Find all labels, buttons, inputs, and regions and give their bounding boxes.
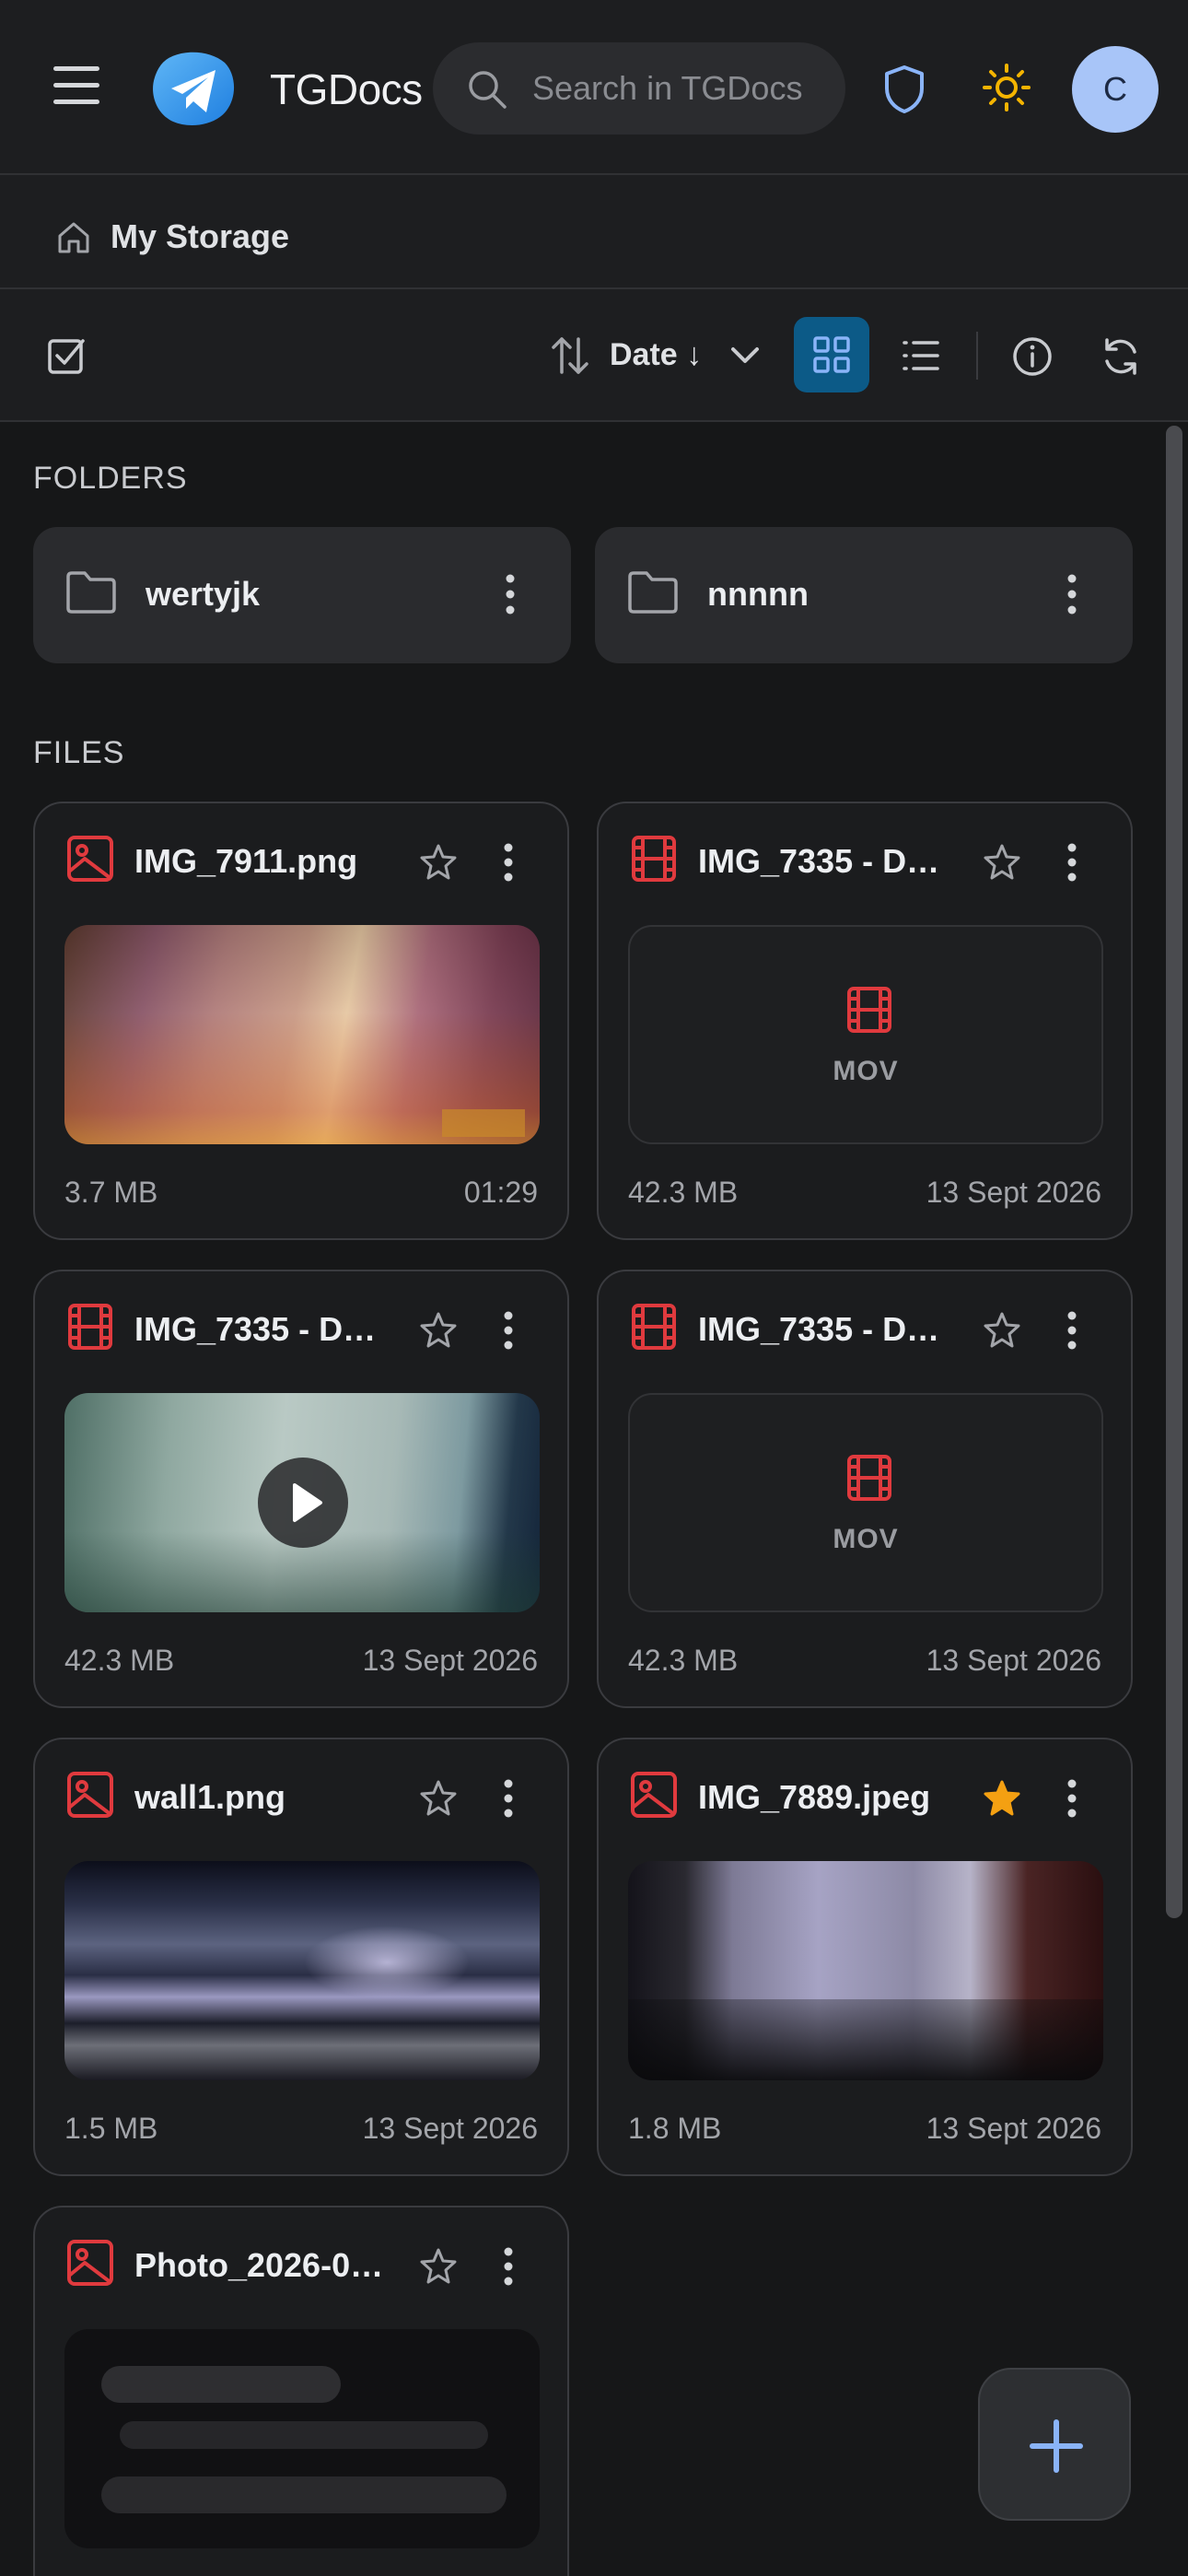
sort-label[interactable]: Date ↓ xyxy=(610,337,702,373)
star-outline-icon[interactable] xyxy=(982,842,1022,883)
list-view-icon[interactable] xyxy=(901,335,941,376)
folder-icon xyxy=(66,571,116,614)
app-title: TGDocs xyxy=(270,65,423,113)
telegram-logo-icon xyxy=(153,52,235,125)
video-file-icon xyxy=(847,1455,891,1501)
folder-name: nnnnn xyxy=(707,575,809,613)
file-card[interactable]: IMG_7889.jpeg 1.8 MB 13 Sept 2026 xyxy=(597,1738,1133,2176)
file-name: IMG_7335 - DA... xyxy=(698,842,958,880)
more-vertical-icon[interactable] xyxy=(1066,842,1077,883)
image-file-icon xyxy=(67,2240,113,2286)
file-card[interactable]: IMG_7335 - DA... MOV 42.3 MB 13 Sept 202… xyxy=(597,1270,1133,1708)
file-size: 1.8 MB xyxy=(628,2112,722,2145)
avatar[interactable]: C xyxy=(1072,46,1159,133)
file-name: IMG_7911.png xyxy=(134,842,358,880)
video-thumbnail[interactable] xyxy=(64,1393,540,1612)
more-vertical-icon[interactable] xyxy=(505,573,516,615)
file-card[interactable]: Photo_2026-09... xyxy=(33,2206,569,2576)
file-size: 3.7 MB xyxy=(64,1176,158,1209)
file-date: 13 Sept 2026 xyxy=(362,2112,538,2145)
file-name: wall1.png xyxy=(134,1778,286,1816)
play-button[interactable] xyxy=(258,1458,348,1548)
file-name: Photo_2026-09... xyxy=(134,2246,394,2284)
file-size: 1.5 MB xyxy=(64,2112,158,2145)
file-size: 42.3 MB xyxy=(64,1644,175,1677)
files-section-title: FILES xyxy=(33,735,125,770)
more-vertical-icon[interactable] xyxy=(503,1778,514,1819)
toolbar-divider xyxy=(976,332,978,380)
shield-icon[interactable] xyxy=(882,64,926,114)
home-icon[interactable] xyxy=(55,219,92,256)
search-bar[interactable] xyxy=(433,42,845,135)
folder-name: wertyjk xyxy=(146,575,261,613)
file-name: IMG_7335 - DA... xyxy=(698,1310,958,1348)
star-outline-icon[interactable] xyxy=(418,842,459,883)
video-placeholder[interactable]: MOV xyxy=(628,1393,1103,1612)
file-name: IMG_7889.jpeg xyxy=(698,1778,931,1816)
file-type-label: MOV xyxy=(833,1056,899,1086)
more-vertical-icon[interactable] xyxy=(503,2246,514,2287)
file-card[interactable]: IMG_7911.png 3.7 MB 01:29 xyxy=(33,802,569,1240)
chevron-down-icon[interactable] xyxy=(729,345,761,367)
image-thumbnail[interactable] xyxy=(64,925,540,1144)
image-file-icon xyxy=(67,1772,113,1818)
file-date: 13 Sept 2026 xyxy=(926,1644,1101,1677)
file-date: 13 Sept 2026 xyxy=(926,2112,1101,2145)
star-outline-icon[interactable] xyxy=(418,1778,459,1819)
grid-icon xyxy=(813,336,850,373)
star-outline-icon[interactable] xyxy=(418,2246,459,2287)
sun-icon[interactable] xyxy=(982,63,1031,112)
toolbar: Date ↓ xyxy=(0,289,1188,422)
scrollbar-thumb[interactable] xyxy=(1166,426,1182,1918)
folder-card[interactable]: wertyjk xyxy=(33,527,571,663)
folder-card[interactable]: nnnnn xyxy=(595,527,1133,663)
more-vertical-icon[interactable] xyxy=(1066,1778,1077,1819)
image-thumbnail[interactable] xyxy=(628,1861,1103,2080)
file-date: 13 Sept 2026 xyxy=(362,1644,538,1677)
image-thumbnail[interactable] xyxy=(64,2329,540,2548)
sort-icon[interactable] xyxy=(551,335,589,376)
star-outline-icon[interactable] xyxy=(982,1310,1022,1351)
file-size: 42.3 MB xyxy=(628,1176,739,1209)
video-placeholder[interactable]: MOV xyxy=(628,925,1103,1144)
add-button[interactable] xyxy=(978,2368,1131,2521)
app-header: TGDocs C xyxy=(0,0,1188,175)
play-icon xyxy=(293,1483,322,1522)
refresh-icon[interactable] xyxy=(1100,335,1142,378)
folders-section-title: FOLDERS xyxy=(33,461,188,496)
more-vertical-icon[interactable] xyxy=(1066,1310,1077,1351)
file-name: IMG_7335 - DA... xyxy=(134,1310,394,1348)
info-icon[interactable] xyxy=(1011,335,1054,378)
file-card[interactable]: IMG_7335 - DA... MOV 42.3 MB 13 Sept 202… xyxy=(597,802,1133,1240)
video-file-icon xyxy=(632,836,676,882)
menu-icon[interactable] xyxy=(53,66,99,112)
more-vertical-icon[interactable] xyxy=(1066,573,1077,615)
file-date: 13 Sept 2026 xyxy=(926,1176,1101,1209)
plus-icon xyxy=(1030,2419,1083,2473)
grid-view-button[interactable] xyxy=(794,317,869,392)
image-file-icon xyxy=(631,1772,677,1818)
folder-icon xyxy=(628,571,678,614)
image-thumbnail[interactable] xyxy=(64,1861,540,2080)
star-outline-icon[interactable] xyxy=(418,1310,459,1351)
video-file-icon xyxy=(632,1304,676,1350)
file-type-label: MOV xyxy=(833,1524,899,1554)
star-filled-icon[interactable] xyxy=(982,1778,1022,1819)
file-card[interactable]: wall1.png 1.5 MB 13 Sept 2026 xyxy=(33,1738,569,2176)
search-icon xyxy=(469,71,507,109)
file-card[interactable]: IMG_7335 - DA... 42.3 MB 13 Sept 2026 xyxy=(33,1270,569,1708)
breadcrumb: My Storage xyxy=(0,175,1188,289)
breadcrumb-my-storage[interactable]: My Storage xyxy=(111,217,289,256)
image-file-icon xyxy=(67,836,113,882)
select-checkbox-icon[interactable] xyxy=(46,335,87,376)
more-vertical-icon[interactable] xyxy=(503,1310,514,1351)
file-size: 42.3 MB xyxy=(628,1644,739,1677)
file-date: 01:29 xyxy=(463,1176,538,1209)
video-file-icon xyxy=(68,1304,112,1350)
more-vertical-icon[interactable] xyxy=(503,842,514,883)
video-file-icon xyxy=(847,987,891,1033)
search-input[interactable] xyxy=(532,64,827,112)
